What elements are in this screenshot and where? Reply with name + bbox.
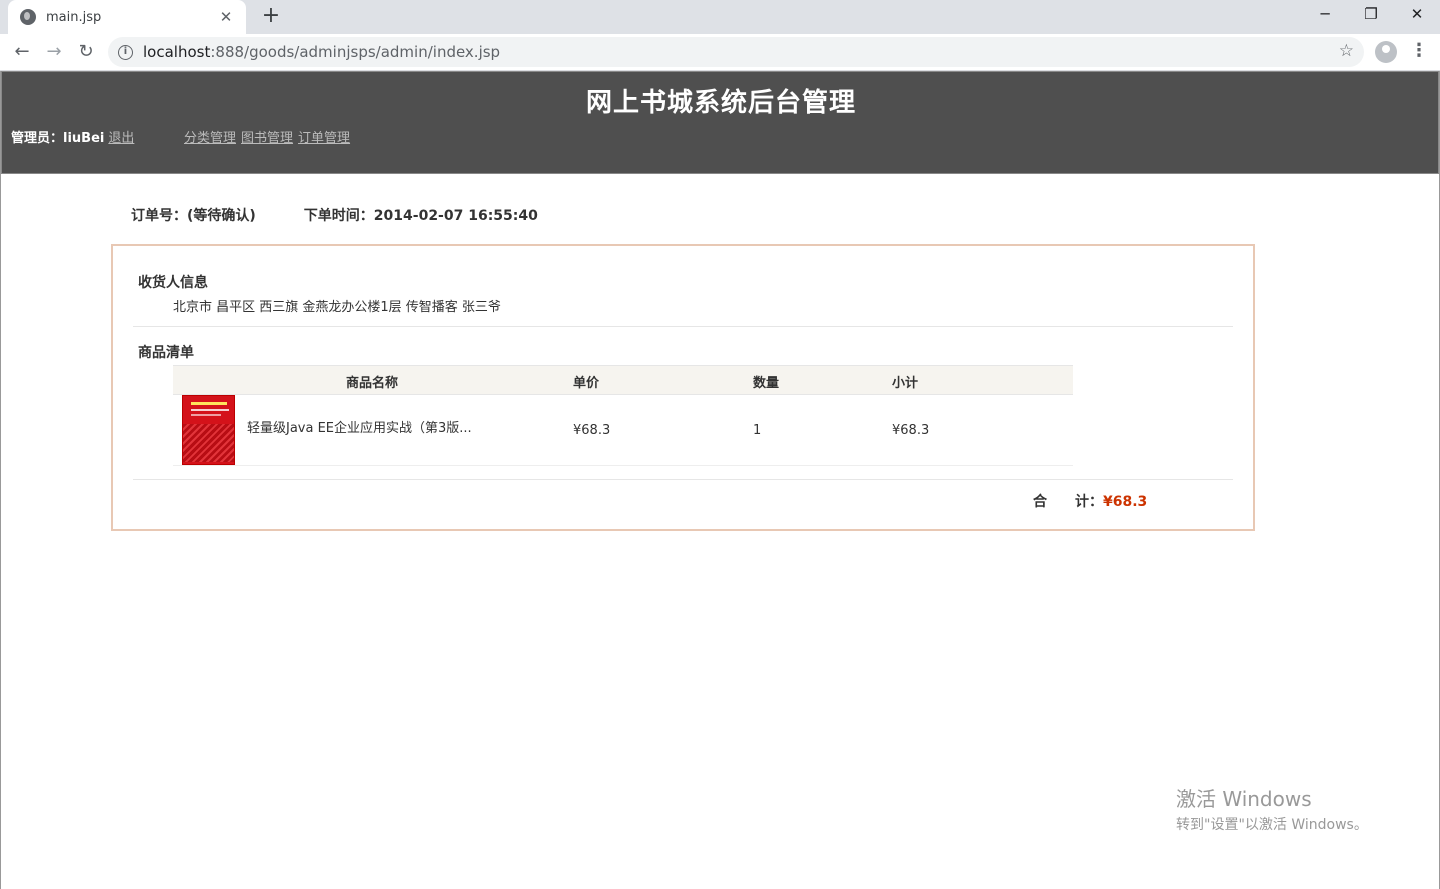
order-meta: 订单号：(等待确认) 下单时间：2014-02-07 16:55:40	[131, 205, 538, 225]
divider	[133, 479, 1233, 480]
item-subtotal: ¥68.3	[892, 423, 930, 438]
nav-category-link[interactable]: 分类管理	[184, 131, 236, 146]
total-amount: ¥68.3	[1103, 494, 1148, 510]
receiver-title: 收货人信息	[138, 275, 208, 291]
order-detail-box: 收货人信息 北京市 昌平区 西三旗 金燕龙办公楼1层 传智播客 张三爷 商品清单…	[111, 244, 1255, 531]
close-tab-icon[interactable]: ✕	[218, 8, 234, 26]
logout-link[interactable]: 退出	[108, 131, 134, 146]
item-name-link[interactable]: 轻量级Java EE企业应用实战（第3版...	[247, 417, 472, 436]
book-cover-image[interactable]	[182, 395, 235, 465]
globe-icon	[20, 9, 36, 25]
admin-header: 网上书城系统后台管理 管理员：liuBei 退出 分类管理 图书管理 订单管理	[1, 71, 1439, 174]
restore-icon[interactable]: ❐	[1348, 0, 1394, 30]
admin-label: 管理员：liuBei	[11, 131, 105, 146]
nav-order-link[interactable]: 订单管理	[298, 131, 350, 146]
back-icon[interactable]: ←	[8, 38, 36, 66]
item-qty: 1	[753, 423, 762, 438]
url-path: :888/goods/adminjsps/admin/index.jsp	[210, 43, 501, 61]
total-label: 合 计：	[1033, 494, 1103, 510]
order-number: 订单号：(等待确认)	[131, 208, 256, 224]
windows-activation-watermark: 激活 Windows 转到"设置"以激活 Windows。	[1176, 783, 1368, 834]
items-title: 商品清单	[138, 345, 194, 361]
minimize-icon[interactable]: ─	[1302, 0, 1348, 30]
page-title: 网上书城系统后台管理	[585, 88, 856, 118]
browser-tab[interactable]: main.jsp ✕	[8, 0, 246, 34]
col-subtotal: 小计	[892, 376, 919, 391]
window-close-icon[interactable]: ✕	[1394, 0, 1440, 30]
col-price: 单价	[573, 376, 600, 391]
info-icon[interactable]: i	[118, 44, 133, 60]
items-table-header: 商品名称 单价 数量 小计	[173, 365, 1073, 395]
forward-icon[interactable]: →	[40, 38, 68, 66]
col-qty: 数量	[753, 376, 780, 391]
admin-user-info: 管理员：liuBei 退出	[11, 127, 134, 146]
nav-book-link[interactable]: 图书管理	[241, 131, 293, 146]
order-time: 下单时间：2014-02-07 16:55:40	[303, 208, 538, 224]
browser-menu-icon[interactable]: ⋮	[1410, 40, 1428, 64]
tab-title: main.jsp	[46, 9, 102, 25]
url-input[interactable]: i localhost:888/goods/adminjsps/admin/in…	[108, 37, 1364, 67]
receiver-info: 北京市 昌平区 西三旗 金燕龙办公楼1层 传智播客 张三爷	[173, 300, 501, 315]
watermark-line2: 转到"设置"以激活 Windows。	[1176, 817, 1368, 833]
divider	[133, 326, 1233, 327]
url-host: localhost	[143, 43, 211, 61]
item-price: ¥68.3	[573, 423, 611, 438]
reload-icon[interactable]: ↻	[72, 38, 100, 66]
profile-avatar-icon[interactable]	[1375, 41, 1397, 63]
watermark-line1: 激活 Windows	[1176, 787, 1312, 811]
tab-bar: main.jsp ✕ + ─ ❐ ✕	[0, 0, 1440, 34]
admin-nav: 分类管理 图书管理 订单管理	[184, 127, 355, 146]
url-text: localhost:888/goods/adminjsps/admin/inde…	[143, 43, 500, 61]
address-bar: ← → ↻ i localhost:888/goods/adminjsps/ad…	[0, 34, 1440, 71]
bookmark-star-icon[interactable]: ☆	[1339, 41, 1354, 61]
col-name: 商品名称	[346, 376, 399, 391]
page-viewport: 网上书城系统后台管理 管理员：liuBei 退出 分类管理 图书管理 订单管理 订单号…	[0, 71, 1440, 889]
new-tab-button[interactable]: +	[258, 4, 284, 30]
order-total: 合 计：¥68.3	[1033, 491, 1147, 511]
table-row: 轻量级Java EE企业应用实战（第3版... ¥68.3 1 ¥68.3	[173, 395, 1073, 466]
